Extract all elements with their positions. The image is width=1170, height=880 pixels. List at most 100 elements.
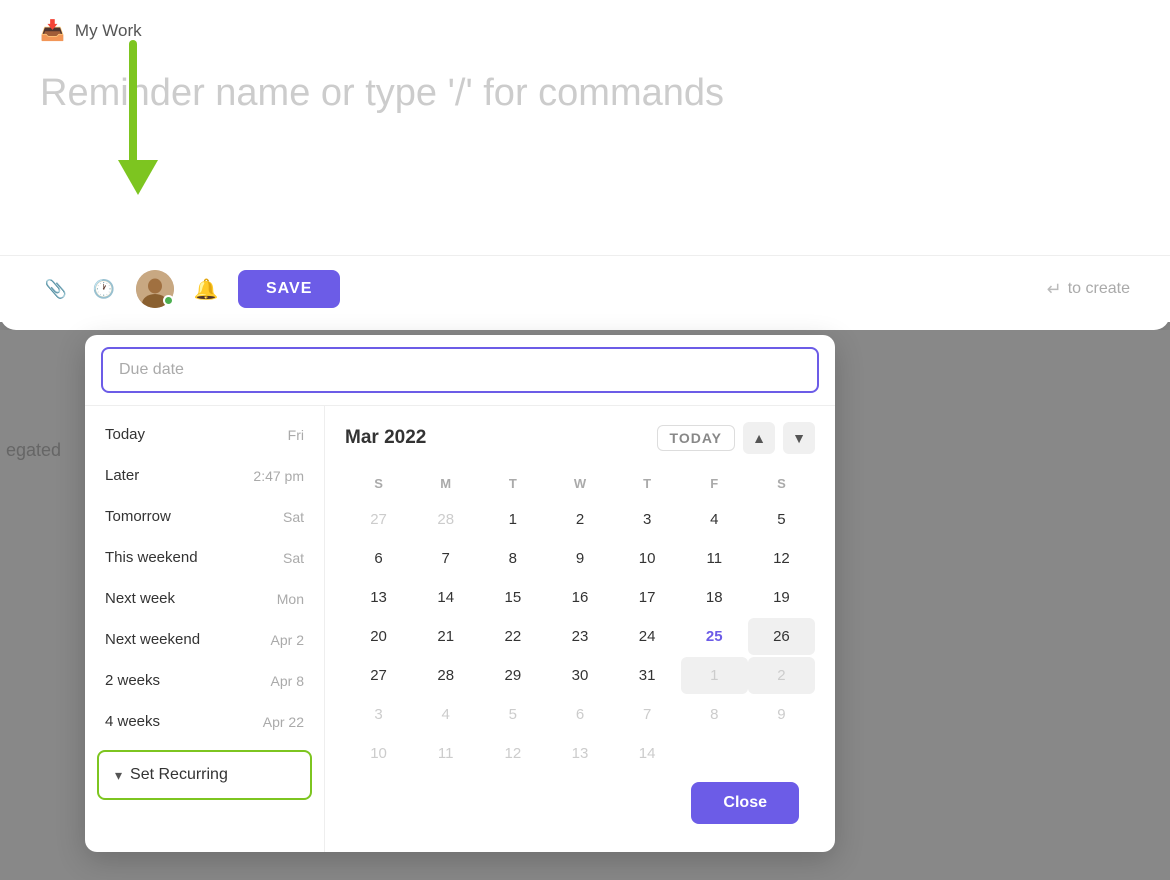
calendar-day[interactable]: 11 — [681, 540, 748, 577]
reminder-placeholder[interactable]: Reminder name or type '/' for commands — [40, 71, 1130, 117]
calendar-day[interactable]: 11 — [412, 735, 479, 772]
toolbar-row: 📎 🕐 🔔 SAVE ↵ to create — [0, 255, 1170, 322]
calendar-header: Mar 2022 TODAY ▲ ▼ — [345, 422, 815, 454]
shortcut-date: Apr 8 — [271, 673, 304, 689]
today-button[interactable]: TODAY — [657, 425, 735, 451]
picker-body: TodayFriLater2:47 pmTomorrowSatThis week… — [85, 406, 835, 852]
calendar-day[interactable]: 10 — [345, 735, 412, 772]
close-btn-row: Close — [345, 772, 815, 836]
calendar-day[interactable]: 14 — [614, 735, 681, 772]
calendar-day[interactable]: 13 — [546, 735, 613, 772]
calendar-day[interactable]: 6 — [546, 696, 613, 733]
calendar-day[interactable]: 6 — [345, 540, 412, 577]
set-recurring-row[interactable]: ▾ Set Recurring — [97, 750, 312, 800]
calendar-day[interactable]: 9 — [546, 540, 613, 577]
paperclip-icon[interactable]: 📎 — [40, 273, 72, 305]
calendar-day[interactable]: 19 — [748, 579, 815, 616]
shortcut-item[interactable]: TodayFri — [85, 414, 324, 455]
calendar-day[interactable]: 21 — [412, 618, 479, 655]
reminder-input-area[interactable]: Reminder name or type '/' for commands — [40, 51, 1130, 117]
calendar-day[interactable]: 17 — [614, 579, 681, 616]
next-month-button[interactable]: ▼ — [783, 422, 815, 454]
calendar-month-title: Mar 2022 — [345, 427, 649, 449]
shortcut-label: 2 weeks — [105, 672, 160, 689]
arrow-annotation — [118, 40, 148, 200]
shortcuts-list: TodayFriLater2:47 pmTomorrowSatThis week… — [85, 414, 324, 742]
calendar-day[interactable]: 28 — [412, 657, 479, 694]
avatar-wrapper[interactable] — [136, 270, 174, 308]
calendar-day[interactable]: 15 — [479, 579, 546, 616]
due-date-input[interactable] — [101, 347, 819, 393]
calendar-day[interactable]: 12 — [748, 540, 815, 577]
my-work-title: My Work — [75, 21, 142, 41]
calendar-day[interactable]: 25 — [681, 618, 748, 655]
calendar-day[interactable]: 20 — [345, 618, 412, 655]
shortcut-item[interactable]: 4 weeksApr 22 — [85, 701, 324, 742]
weekday-label: W — [546, 470, 613, 497]
shortcut-date: Sat — [283, 509, 304, 525]
online-indicator — [163, 295, 174, 306]
calendar-day[interactable]: 4 — [681, 501, 748, 538]
calendar-day[interactable]: 24 — [614, 618, 681, 655]
enter-hint: ↵ to create — [1047, 279, 1130, 300]
calendar-day[interactable]: 1 — [681, 657, 748, 694]
bell-icon[interactable]: 🔔 — [190, 273, 222, 305]
calendar-day[interactable]: 16 — [546, 579, 613, 616]
calendar-day[interactable]: 5 — [479, 696, 546, 733]
save-button[interactable]: SAVE — [238, 270, 340, 308]
close-button[interactable]: Close — [691, 782, 799, 824]
calendar-day[interactable]: 23 — [546, 618, 613, 655]
shortcut-date: 2:47 pm — [253, 468, 304, 484]
calendar-day[interactable]: 9 — [748, 696, 815, 733]
calendar-day[interactable]: 27 — [345, 657, 412, 694]
calendar-days: 2728123456789101112131415161718192021222… — [345, 501, 815, 772]
shortcut-item[interactable]: Tomorrow Sat — [85, 496, 324, 537]
calendar-day[interactable]: 14 — [412, 579, 479, 616]
shortcut-label: Next week — [105, 590, 175, 607]
shortcut-item[interactable]: Next week Mon — [85, 578, 324, 619]
prev-month-button[interactable]: ▲ — [743, 422, 775, 454]
calendar-day[interactable]: 26 — [748, 618, 815, 655]
shortcuts-panel: TodayFriLater2:47 pmTomorrowSatThis week… — [85, 406, 325, 852]
weekday-label: T — [614, 470, 681, 497]
calendar-day[interactable]: 18 — [681, 579, 748, 616]
calendar-day[interactable]: 30 — [546, 657, 613, 694]
calendar-day[interactable]: 2 — [546, 501, 613, 538]
shortcut-date: Apr 2 — [271, 632, 304, 648]
inbox-icon: 📥 — [40, 18, 65, 43]
shortcut-item[interactable]: 2 weeks Apr 8 — [85, 660, 324, 701]
calendar-day[interactable]: 27 — [345, 501, 412, 538]
calendar-day[interactable]: 1 — [479, 501, 546, 538]
calendar-day[interactable]: 3 — [345, 696, 412, 733]
calendar-day[interactable]: 4 — [412, 696, 479, 733]
shortcut-date: Sat — [283, 550, 304, 566]
arrow-shaft — [129, 40, 137, 160]
weekday-label: F — [681, 470, 748, 497]
shortcut-date: Mon — [277, 591, 304, 607]
calendar-day[interactable]: 22 — [479, 618, 546, 655]
calendar-day[interactable]: 5 — [748, 501, 815, 538]
calendar-day[interactable]: 2 — [748, 657, 815, 694]
shortcut-item[interactable]: This weekendSat — [85, 537, 324, 578]
shortcut-item[interactable]: Later2:47 pm — [85, 455, 324, 496]
due-date-input-row — [85, 335, 835, 406]
calendar-day[interactable]: 13 — [345, 579, 412, 616]
calendar-day[interactable]: 28 — [412, 501, 479, 538]
calendar-day[interactable]: 12 — [479, 735, 546, 772]
calendar-grid: SMTWTFS 27281234567891011121314151617181… — [345, 470, 815, 772]
calendar-day[interactable]: 8 — [681, 696, 748, 733]
header-bar: 📥 My Work — [40, 0, 1130, 51]
calendar-day[interactable]: 8 — [479, 540, 546, 577]
shortcut-label: 4 weeks — [105, 713, 160, 730]
calendar-day[interactable]: 7 — [614, 696, 681, 733]
calendar-day[interactable]: 7 — [412, 540, 479, 577]
calendar-panel: Mar 2022 TODAY ▲ ▼ SMTWTFS 2728123456789… — [325, 406, 835, 852]
calendar-day[interactable]: 31 — [614, 657, 681, 694]
calendar-day[interactable]: 3 — [614, 501, 681, 538]
calendar-day[interactable]: 10 — [614, 540, 681, 577]
shortcut-label: Tomorrow — [105, 508, 171, 525]
date-picker-dropdown: TodayFriLater2:47 pmTomorrowSatThis week… — [85, 335, 835, 852]
shortcut-item[interactable]: Next weekendApr 2 — [85, 619, 324, 660]
clock-icon[interactable]: 🕐 — [88, 273, 120, 305]
calendar-day[interactable]: 29 — [479, 657, 546, 694]
